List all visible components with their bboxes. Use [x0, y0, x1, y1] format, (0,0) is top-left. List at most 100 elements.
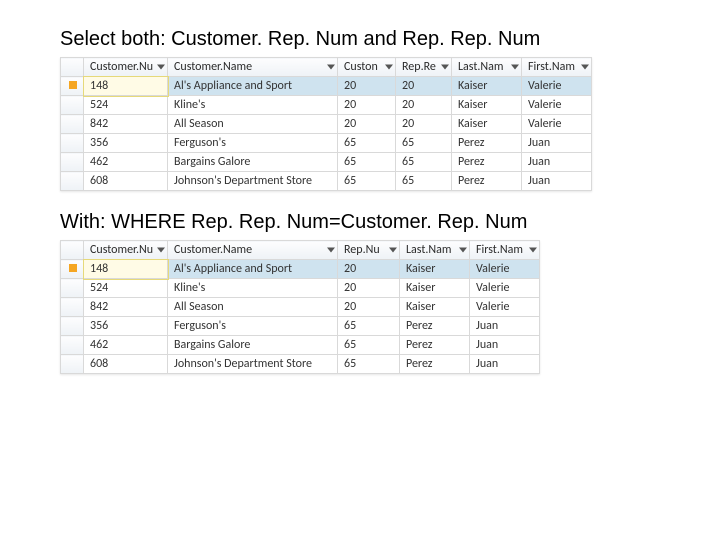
- cell-a[interactable]: 65: [338, 134, 396, 153]
- dropdown-icon[interactable]: [389, 248, 397, 253]
- row-selector[interactable]: [61, 115, 84, 134]
- cell-num[interactable]: 842: [84, 115, 168, 134]
- table-row[interactable]: 148Al's Appliance and Sport2020KaiserVal…: [61, 77, 592, 96]
- cell-b[interactable]: 65: [396, 153, 452, 172]
- row-selector[interactable]: [61, 317, 84, 336]
- cell-first[interactable]: Juan: [522, 134, 592, 153]
- row-selector[interactable]: [61, 77, 84, 96]
- table-row[interactable]: 148Al's Appliance and Sport20KaiserValer…: [61, 260, 540, 279]
- col-rep-num[interactable]: Rep.Nu: [338, 241, 400, 260]
- cell-a[interactable]: 20: [338, 77, 396, 96]
- cell-first[interactable]: Valerie: [522, 77, 592, 96]
- cell-num[interactable]: 462: [84, 153, 168, 172]
- cell-name[interactable]: Kline's: [168, 279, 338, 298]
- table-row[interactable]: 356Ferguson's65PerezJuan: [61, 317, 540, 336]
- dropdown-icon[interactable]: [157, 65, 165, 70]
- row-selector[interactable]: [61, 298, 84, 317]
- cell-last[interactable]: Perez: [452, 134, 522, 153]
- table-row[interactable]: 608Johnson's Department Store65PerezJuan: [61, 355, 540, 374]
- cell-num[interactable]: 356: [84, 317, 168, 336]
- row-selector[interactable]: [61, 172, 84, 191]
- table-row[interactable]: 524Kline's20KaiserValerie: [61, 279, 540, 298]
- cell-num[interactable]: 462: [84, 336, 168, 355]
- cell-last[interactable]: Perez: [452, 153, 522, 172]
- select-all-corner[interactable]: [61, 241, 84, 260]
- cell-name[interactable]: Kline's: [168, 96, 338, 115]
- cell-a[interactable]: 20: [338, 96, 396, 115]
- cell-first[interactable]: Valerie: [522, 115, 592, 134]
- cell-name[interactable]: Johnson's Department Store: [168, 355, 338, 374]
- row-selector[interactable]: [61, 134, 84, 153]
- dropdown-icon[interactable]: [327, 65, 335, 70]
- cell-b[interactable]: 65: [396, 172, 452, 191]
- cell-last[interactable]: Perez: [452, 172, 522, 191]
- row-selector[interactable]: [61, 96, 84, 115]
- table-row[interactable]: 462Bargains Galore65PerezJuan: [61, 336, 540, 355]
- select-all-corner[interactable]: [61, 58, 84, 77]
- col-customer-name[interactable]: Customer.Name: [168, 58, 338, 77]
- cell-num[interactable]: 524: [84, 96, 168, 115]
- dropdown-icon[interactable]: [581, 65, 589, 70]
- cell-name[interactable]: Johnson's Department Store: [168, 172, 338, 191]
- cell-first[interactable]: Juan: [470, 355, 540, 374]
- table-row[interactable]: 842All Season2020KaiserValerie: [61, 115, 592, 134]
- table-row[interactable]: 608Johnson's Department Store6565PerezJu…: [61, 172, 592, 191]
- cell-num[interactable]: 356: [84, 134, 168, 153]
- cell-b[interactable]: 20: [396, 115, 452, 134]
- col-customer-num[interactable]: Customer.Nu: [84, 241, 168, 260]
- dropdown-icon[interactable]: [529, 248, 537, 253]
- cell-name[interactable]: All Season: [168, 298, 338, 317]
- dropdown-icon[interactable]: [385, 65, 393, 70]
- row-selector[interactable]: [61, 153, 84, 172]
- cell-first[interactable]: Valerie: [470, 260, 540, 279]
- cell-b[interactable]: 20: [396, 96, 452, 115]
- cell-last[interactable]: Perez: [400, 336, 470, 355]
- table-row[interactable]: 842All Season20KaiserValerie: [61, 298, 540, 317]
- cell-rep[interactable]: 65: [338, 336, 400, 355]
- cell-a[interactable]: 65: [338, 172, 396, 191]
- cell-a[interactable]: 20: [338, 115, 396, 134]
- cell-first[interactable]: Juan: [470, 317, 540, 336]
- cell-last[interactable]: Perez: [400, 317, 470, 336]
- cell-name[interactable]: All Season: [168, 115, 338, 134]
- row-selector[interactable]: [61, 355, 84, 374]
- table-row[interactable]: 462Bargains Galore6565PerezJuan: [61, 153, 592, 172]
- cell-last[interactable]: Perez: [400, 355, 470, 374]
- cell-num[interactable]: 524: [84, 279, 168, 298]
- cell-last[interactable]: Kaiser: [400, 279, 470, 298]
- cell-b[interactable]: 20: [396, 77, 452, 96]
- col-customer-name[interactable]: Customer.Name: [168, 241, 338, 260]
- cell-num[interactable]: 608: [84, 172, 168, 191]
- row-selector[interactable]: [61, 279, 84, 298]
- col-rep-re[interactable]: Rep.Re: [396, 58, 452, 77]
- cell-num[interactable]: 148: [84, 260, 168, 279]
- table-row[interactable]: 524Kline's2020KaiserValerie: [61, 96, 592, 115]
- col-custon[interactable]: Custon: [338, 58, 396, 77]
- cell-first[interactable]: Juan: [522, 172, 592, 191]
- col-last-name[interactable]: Last.Nam: [452, 58, 522, 77]
- cell-rep[interactable]: 20: [338, 298, 400, 317]
- cell-first[interactable]: Valerie: [522, 96, 592, 115]
- dropdown-icon[interactable]: [157, 248, 165, 253]
- table-row[interactable]: 356Ferguson's6565PerezJuan: [61, 134, 592, 153]
- dropdown-icon[interactable]: [441, 65, 449, 70]
- cell-rep[interactable]: 20: [338, 260, 400, 279]
- dropdown-icon[interactable]: [459, 248, 467, 253]
- cell-rep[interactable]: 20: [338, 279, 400, 298]
- col-first-name[interactable]: First.Nam: [470, 241, 540, 260]
- cell-name[interactable]: Al's Appliance and Sport: [168, 260, 338, 279]
- cell-last[interactable]: Kaiser: [400, 260, 470, 279]
- cell-b[interactable]: 65: [396, 134, 452, 153]
- cell-first[interactable]: Juan: [522, 153, 592, 172]
- cell-rep[interactable]: 65: [338, 317, 400, 336]
- cell-last[interactable]: Kaiser: [452, 96, 522, 115]
- row-selector[interactable]: [61, 336, 84, 355]
- cell-rep[interactable]: 65: [338, 355, 400, 374]
- cell-num[interactable]: 842: [84, 298, 168, 317]
- cell-first[interactable]: Valerie: [470, 279, 540, 298]
- cell-last[interactable]: Kaiser: [452, 77, 522, 96]
- cell-name[interactable]: Bargains Galore: [168, 336, 338, 355]
- dropdown-icon[interactable]: [511, 65, 519, 70]
- cell-name[interactable]: Al's Appliance and Sport: [168, 77, 338, 96]
- row-selector[interactable]: [61, 260, 84, 279]
